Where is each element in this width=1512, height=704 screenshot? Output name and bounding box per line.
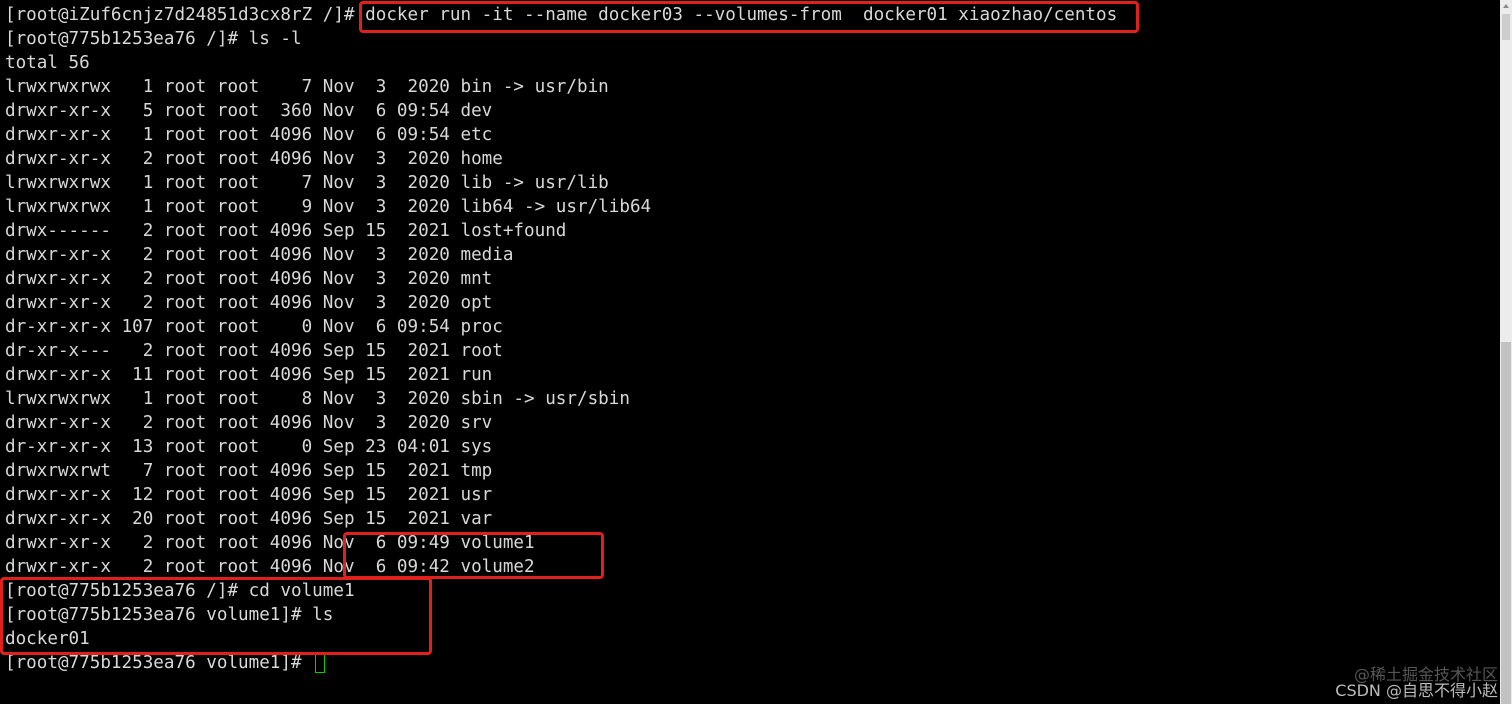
- terminal-output: [root@iZuf6cnjz7d24851d3cx8rZ /]# docker…: [5, 3, 1117, 675]
- scrollbar-thumb-upper[interactable]: [1502, 14, 1510, 40]
- scroll-up-arrow-icon[interactable]: [1503, 4, 1509, 8]
- text-cursor: [315, 653, 326, 673]
- watermark-csdn: CSDN @自思不得小赵: [1335, 681, 1498, 700]
- terminal-line-srv: drwxr-xr-x 2 root root 4096 Nov 3 2020 s…: [5, 413, 493, 433]
- terminal-line-ls-command: [root@775b1253ea76 /]# ls -l: [5, 29, 302, 49]
- terminal-line-sbin: lrwxrwxrwx 1 root root 8 Nov 3 2020 sbin…: [5, 389, 630, 409]
- terminal-line-ls-volume1: [root@775b1253ea76 volume1]# ls: [5, 605, 334, 625]
- terminal-line-dev: drwxr-xr-x 5 root root 360 Nov 6 09:54 d…: [5, 101, 493, 121]
- vertical-scrollbar[interactable]: [1500, 0, 1512, 704]
- terminal-line-total: total 56: [5, 53, 90, 73]
- terminal-line-volume1: drwxr-xr-x 2 root root 4096 Nov 6 09:49 …: [5, 533, 535, 553]
- terminal-line-lib: lrwxrwxrwx 1 root root 7 Nov 3 2020 lib …: [5, 173, 609, 193]
- terminal-line-run-command: [root@iZuf6cnjz7d24851d3cx8rZ /]# docker…: [5, 5, 1118, 25]
- terminal-line-lib64: lrwxrwxrwx 1 root root 9 Nov 3 2020 lib6…: [5, 197, 652, 217]
- scrollbar-thumb[interactable]: [1501, 342, 1511, 704]
- terminal-prompt: [root@775b1253ea76 volume1]#: [5, 653, 313, 673]
- terminal-window[interactable]: [root@iZuf6cnjz7d24851d3cx8rZ /]# docker…: [0, 0, 1512, 704]
- terminal-line-etc: drwxr-xr-x 1 root root 4096 Nov 6 09:54 …: [5, 125, 493, 145]
- terminal-line-tmp: drwxrwxrwt 7 root root 4096 Sep 15 2021 …: [5, 461, 493, 481]
- terminal-line-var: drwxr-xr-x 20 root root 4096 Sep 15 2021…: [5, 509, 493, 529]
- terminal-line-lost-found: drwx------ 2 root root 4096 Sep 15 2021 …: [5, 221, 567, 241]
- terminal-line-cd-command: [root@775b1253ea76 /]# cd volume1: [5, 581, 355, 601]
- terminal-line-usr: drwxr-xr-x 12 root root 4096 Sep 15 2021…: [5, 485, 493, 505]
- terminal-line-root: dr-xr-x--- 2 root root 4096 Sep 15 2021 …: [5, 341, 503, 361]
- terminal-line-sys: dr-xr-xr-x 13 root root 0 Sep 23 04:01 s…: [5, 437, 493, 457]
- terminal-line-mnt: drwxr-xr-x 2 root root 4096 Nov 3 2020 m…: [5, 269, 493, 289]
- terminal-line-home: drwxr-xr-x 2 root root 4096 Nov 3 2020 h…: [5, 149, 503, 169]
- terminal-prompt-line[interactable]: [root@775b1253ea76 volume1]#: [5, 651, 1117, 675]
- terminal-line-volume2: drwxr-xr-x 2 root root 4096 Nov 6 09:42 …: [5, 557, 535, 577]
- terminal-line-media: drwxr-xr-x 2 root root 4096 Nov 3 2020 m…: [5, 245, 514, 265]
- terminal-line-run: drwxr-xr-x 11 root root 4096 Sep 15 2021…: [5, 365, 493, 385]
- terminal-line-bin: lrwxrwxrwx 1 root root 7 Nov 3 2020 bin …: [5, 77, 609, 97]
- terminal-line-proc: dr-xr-xr-x 107 root root 0 Nov 6 09:54 p…: [5, 317, 503, 337]
- terminal-line-opt: drwxr-xr-x 2 root root 4096 Nov 3 2020 o…: [5, 293, 493, 313]
- terminal-line-docker01: docker01: [5, 629, 90, 649]
